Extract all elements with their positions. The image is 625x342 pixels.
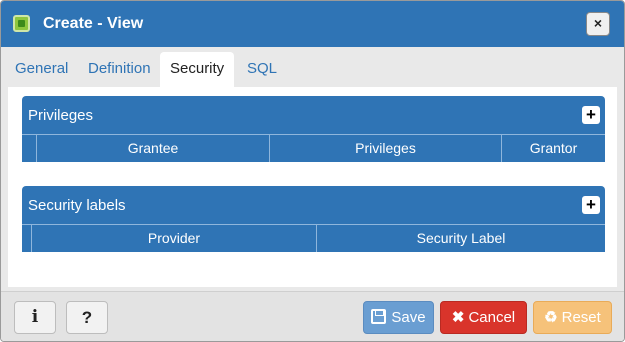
recycle-icon: ♻ bbox=[544, 309, 558, 326]
column-header-grantor[interactable]: Grantor bbox=[501, 135, 605, 162]
reset-button[interactable]: ♻ Reset bbox=[533, 301, 612, 334]
plus-icon: + bbox=[586, 195, 596, 214]
help-button[interactable]: ? bbox=[66, 301, 108, 334]
dialog-titlebar: Create - View × bbox=[1, 1, 624, 47]
security-labels-header: Security labels + bbox=[22, 186, 605, 224]
info-button[interactable]: i bbox=[14, 301, 56, 334]
question-icon: ? bbox=[81, 308, 93, 327]
column-header-grantee[interactable]: Grantee bbox=[36, 135, 269, 162]
tab-sql[interactable]: SQL bbox=[239, 52, 285, 87]
cancel-button[interactable]: ✖ Cancel bbox=[440, 301, 527, 334]
security-labels-title: Security labels bbox=[28, 197, 126, 214]
privileges-header: Privileges + bbox=[22, 96, 605, 134]
add-security-label-button[interactable]: + bbox=[582, 196, 600, 214]
dialog-footer: i ? Save ✖ Cancel ♻ Reset bbox=[1, 291, 624, 341]
tab-definition[interactable]: Definition bbox=[80, 52, 159, 87]
view-icon bbox=[13, 15, 30, 32]
dialog-title: Create - View bbox=[43, 15, 144, 32]
tab-bar: General Definition Security SQL bbox=[1, 47, 624, 87]
save-button[interactable]: Save bbox=[363, 301, 434, 334]
cancel-label: Cancel bbox=[468, 309, 516, 326]
close-icon: × bbox=[593, 15, 603, 31]
privileges-columns: Grantee Privileges Grantor bbox=[22, 134, 605, 162]
privileges-grid: Privileges + Grantee Privileges Grantor bbox=[22, 96, 605, 162]
column-header-privileges[interactable]: Privileges bbox=[269, 135, 501, 162]
security-labels-grid: Security labels + Provider Security Labe… bbox=[22, 186, 605, 252]
column-header-security-label[interactable]: Security Label bbox=[316, 225, 605, 252]
add-privilege-button[interactable]: + bbox=[582, 106, 600, 124]
privileges-title: Privileges bbox=[28, 107, 94, 124]
floppy-disk-icon bbox=[371, 309, 387, 324]
row-control-column bbox=[22, 225, 31, 252]
plus-icon: + bbox=[586, 105, 596, 124]
security-panel: Privileges + Grantee Privileges Grantor … bbox=[8, 87, 617, 287]
tab-general[interactable]: General bbox=[7, 52, 76, 87]
tab-security[interactable]: Security bbox=[160, 52, 235, 87]
save-label: Save bbox=[391, 309, 426, 326]
security-labels-columns: Provider Security Label bbox=[22, 224, 605, 252]
tab-content: Privileges + Grantee Privileges Grantor … bbox=[1, 87, 624, 291]
create-view-dialog: Create - View × General Definition Secur… bbox=[0, 0, 625, 342]
column-header-provider[interactable]: Provider bbox=[31, 225, 316, 252]
info-icon: i bbox=[31, 307, 39, 327]
close-button[interactable]: × bbox=[586, 12, 610, 36]
row-control-column bbox=[22, 135, 36, 162]
x-icon: ✖ bbox=[451, 309, 465, 326]
reset-label: Reset bbox=[561, 309, 601, 326]
